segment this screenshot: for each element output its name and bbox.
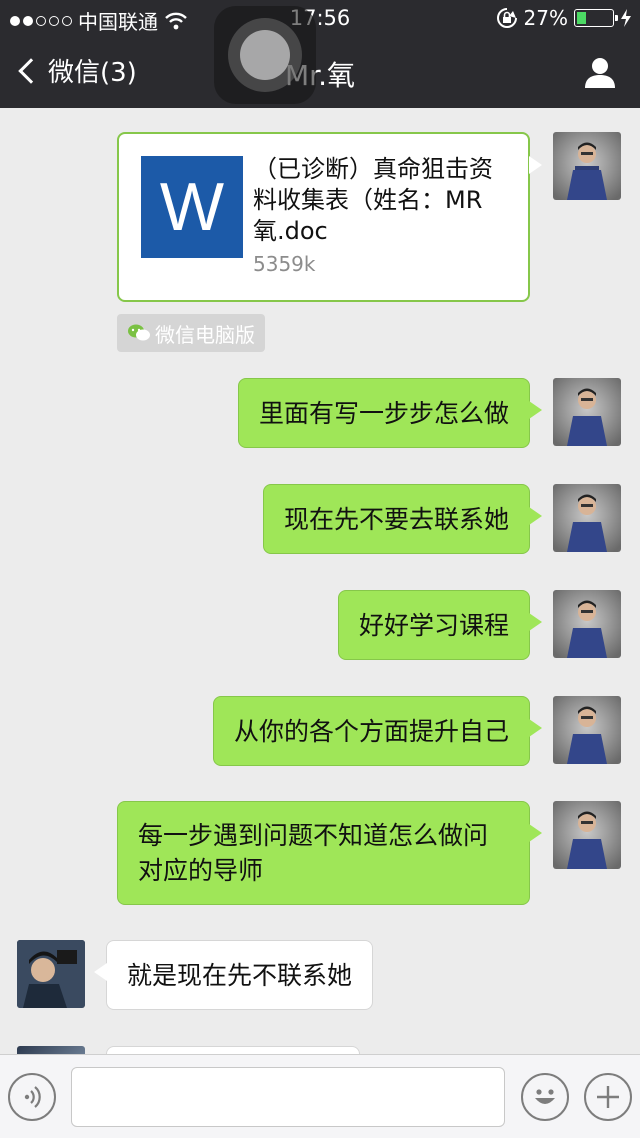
- file-size: 5359k: [253, 252, 316, 276]
- voice-button[interactable]: [8, 1073, 56, 1121]
- status-bar: 中国联通 17:56 27%: [0, 0, 640, 36]
- message-text: 就是现在先不联系她: [127, 960, 353, 990]
- chat-title: Mr.氧: [284, 59, 355, 92]
- message-bubble-self[interactable]: 从你的各个方面提升自己: [212, 696, 543, 766]
- input-bar: [0, 1054, 640, 1138]
- message-text: 从你的各个方面提升自己: [233, 716, 509, 746]
- voice-icon: [24, 1086, 41, 1108]
- message-list[interactable]: W （已诊断）真命狙击资料收集表（姓名：MR氧.doc 5359k 微信电脑版 …: [0, 108, 640, 1054]
- source-tag-label: 微信电脑版: [155, 322, 255, 347]
- self-avatar[interactable]: [553, 132, 621, 200]
- message-bubble-self[interactable]: 里面有写一步步怎么做: [237, 378, 543, 448]
- battery-icon: [574, 9, 618, 27]
- wechat-logo-icon: [128, 324, 150, 341]
- message-bubble-contact[interactable]: 就是现在先不联系她: [93, 940, 374, 1010]
- rotation-lock-icon: [496, 8, 517, 28]
- file-name: （已诊断）真命狙击资料收集表（姓名：MR氧.doc: [253, 155, 493, 245]
- message-input[interactable]: [71, 1067, 505, 1127]
- source-tag: 微信电脑版: [117, 314, 265, 352]
- message-text: 现在先不要去联系她: [283, 504, 509, 534]
- plus-icon: [597, 1086, 619, 1108]
- self-avatar[interactable]: [553, 696, 621, 764]
- person-icon[interactable]: [582, 54, 618, 90]
- more-button[interactable]: [584, 1073, 632, 1121]
- battery-percent: 27%: [523, 6, 568, 30]
- message-text: 每一步遇到问题不知道怎么做问对应的导师: [138, 821, 489, 885]
- emoji-button[interactable]: [521, 1073, 569, 1121]
- contact-avatar[interactable]: [17, 1046, 85, 1054]
- message-text: 里面有写一步步怎么做: [258, 398, 509, 428]
- avatar-man-image: [567, 600, 607, 658]
- message-text: 好好学习课程: [358, 610, 509, 640]
- message-bubble-contact[interactable]: [106, 1046, 360, 1054]
- status-right: 27%: [496, 6, 632, 30]
- avatar-man-image: [567, 494, 607, 552]
- charging-icon: [621, 9, 631, 27]
- self-avatar[interactable]: [553, 590, 621, 658]
- avatar-man-image: [567, 388, 607, 446]
- battery-level-fill: [577, 12, 587, 24]
- message-bubble-self[interactable]: 现在先不要去联系她: [262, 484, 543, 554]
- avatar-young-man-image: [17, 940, 85, 1008]
- avatar-man-image: [567, 811, 607, 869]
- file-message-card[interactable]: W （已诊断）真命狙击资料收集表（姓名：MR氧.doc 5359k: [117, 132, 542, 302]
- chat-header: 微信(3) Mr.氧: [0, 36, 640, 108]
- avatar-man-image: [567, 706, 607, 764]
- word-doc-icon: W: [141, 156, 243, 258]
- message-bubble-self[interactable]: 每一步遇到问题不知道怎么做问对应的导师: [117, 801, 542, 905]
- avatar-man-image: [567, 142, 607, 200]
- message-bubble-self[interactable]: 好好学习课程: [337, 590, 543, 660]
- emoji-icon: [535, 1089, 555, 1104]
- self-avatar[interactable]: [553, 801, 621, 869]
- assistive-touch-button[interactable]: [214, 6, 316, 104]
- contact-avatar[interactable]: [17, 940, 85, 1008]
- self-avatar[interactable]: [553, 378, 621, 446]
- self-avatar[interactable]: [553, 484, 621, 552]
